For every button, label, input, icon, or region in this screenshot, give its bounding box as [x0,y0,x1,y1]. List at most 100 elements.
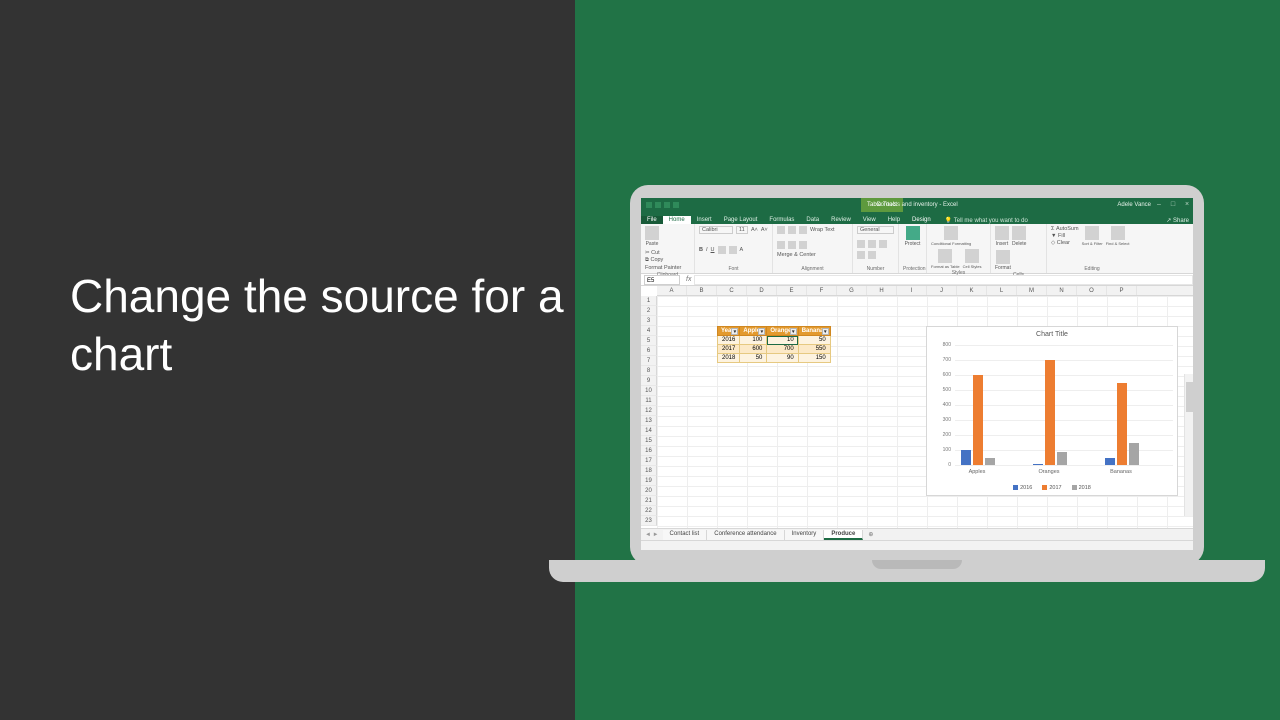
cell-styles-button[interactable]: Cell Styles [963,249,982,269]
row-10[interactable]: 10 [641,386,657,396]
cell[interactable]: 100 [740,336,767,345]
col-O[interactable]: O [1077,286,1107,295]
sheet-tab-contact-list[interactable]: Contact list [663,530,708,540]
col-L[interactable]: L [987,286,1017,295]
tab-formulas[interactable]: Formulas [763,216,800,224]
embedded-chart[interactable]: Chart Title 0100200300400500600700800 Ap… [926,326,1178,496]
row-16[interactable]: 16 [641,446,657,456]
font-size-select[interactable]: 11 [736,226,748,234]
row-2[interactable]: 2 [641,306,657,316]
row-11[interactable]: 11 [641,396,657,406]
row-13[interactable]: 13 [641,416,657,426]
col-N[interactable]: N [1047,286,1077,295]
align-middle-icon[interactable] [788,226,796,234]
worksheet-grid[interactable]: ABCDEFGHIJKLMNOP 12345678910111213141516… [641,286,1193,538]
row-5[interactable]: 5 [641,336,657,346]
align-right-icon[interactable] [799,241,807,249]
header-year[interactable]: Year▾ [718,327,740,336]
border-icon[interactable] [718,246,726,254]
tab-view[interactable]: View [857,216,882,224]
data-table[interactable]: Year▾Apples▾Oranges▾Bananas▾ 20161001050… [717,326,831,363]
column-headers[interactable]: ABCDEFGHIJKLMNOP [657,286,1193,296]
maximize-icon[interactable]: □ [1169,201,1177,209]
col-M[interactable]: M [1017,286,1047,295]
tab-insert[interactable]: Insert [691,216,718,224]
bar-Bananas-2016[interactable] [1105,458,1115,466]
row-6[interactable]: 6 [641,346,657,356]
user-name[interactable]: Adele Vance [1117,202,1151,208]
row-9[interactable]: 9 [641,376,657,386]
tab-help[interactable]: Help [882,216,906,224]
cell[interactable]: 150 [798,354,830,363]
cell[interactable]: 10 [767,336,798,345]
format-cells-button[interactable]: Format [995,250,1011,271]
col-I[interactable]: I [897,286,927,295]
col-B[interactable]: B [687,286,717,295]
quick-access-toolbar[interactable] [646,202,679,208]
col-K[interactable]: K [957,286,987,295]
cell[interactable]: 2018 [718,354,740,363]
currency-icon[interactable] [857,240,865,248]
grow-font-icon[interactable]: A˄ [751,227,758,233]
copy-button[interactable]: ⧉ Copy [645,257,681,264]
col-H[interactable]: H [867,286,897,295]
bold-button[interactable]: B [699,247,703,253]
cell[interactable]: 2016 [718,336,740,345]
cut-button[interactable]: ✂ Cut [645,250,681,256]
header-oranges[interactable]: Oranges▾ [767,327,798,336]
italic-button[interactable]: I [706,247,708,253]
tab-data[interactable]: Data [800,216,825,224]
name-box[interactable]: E5 [644,275,680,285]
redo-icon[interactable] [673,202,679,208]
merge-center-button[interactable]: Merge & Center [777,252,816,258]
row-12[interactable]: 12 [641,406,657,416]
cell[interactable]: 50 [740,354,767,363]
row-17[interactable]: 17 [641,456,657,466]
cell[interactable]: 90 [767,354,798,363]
sheet-tab-conference-attendance[interactable]: Conference attendance [707,530,784,540]
align-bottom-icon[interactable] [799,226,807,234]
close-icon[interactable]: × [1183,201,1191,209]
fill-color-icon[interactable] [729,246,737,254]
col-C[interactable]: C [717,286,747,295]
paste-button[interactable]: Paste [645,226,659,247]
bar-Bananas-2017[interactable] [1117,383,1127,466]
clear-button[interactable]: ◇ Clear [1051,240,1079,246]
col-P[interactable]: P [1107,286,1137,295]
chart-title[interactable]: Chart Title [927,331,1177,338]
tab-design[interactable]: Design [906,216,937,224]
col-G[interactable]: G [837,286,867,295]
cell[interactable]: 2017 [718,345,740,354]
align-center-icon[interactable] [788,241,796,249]
save-icon[interactable] [655,202,661,208]
legend-item-2018[interactable]: 2018 [1072,485,1091,491]
add-sheet-button[interactable]: ⊕ [863,531,878,538]
col-D[interactable]: D [747,286,777,295]
bar-Apples-2017[interactable] [973,375,983,465]
sheet-tab-inventory[interactable]: Inventory [785,530,825,540]
increase-decimal-icon[interactable] [857,251,865,259]
number-format-select[interactable]: General [857,226,894,234]
row-3[interactable]: 3 [641,316,657,326]
percent-icon[interactable] [868,240,876,248]
vertical-scrollbar[interactable] [1184,374,1193,516]
row-14[interactable]: 14 [641,426,657,436]
table-row[interactable]: 2017600700550 [718,345,831,354]
formula-input[interactable] [694,275,1193,285]
col-A[interactable]: A [657,286,687,295]
col-F[interactable]: F [807,286,837,295]
col-J[interactable]: J [927,286,957,295]
row-4[interactable]: 4 [641,326,657,336]
sort-filter-button[interactable]: Sort & Filter [1082,226,1103,246]
cell[interactable]: 700 [767,345,798,354]
format-painter-button[interactable]: Format Painter [645,265,681,271]
autosave-icon[interactable] [646,202,652,208]
row-7[interactable]: 7 [641,356,657,366]
row-19[interactable]: 19 [641,476,657,486]
protect-button[interactable]: Protect [903,226,922,247]
wrap-text-button[interactable]: Wrap Text [810,227,835,233]
align-top-icon[interactable] [777,226,785,234]
undo-icon[interactable] [664,202,670,208]
bar-Oranges-2018[interactable] [1057,452,1067,466]
conditional-formatting-button[interactable]: Conditional Formatting [931,226,971,246]
